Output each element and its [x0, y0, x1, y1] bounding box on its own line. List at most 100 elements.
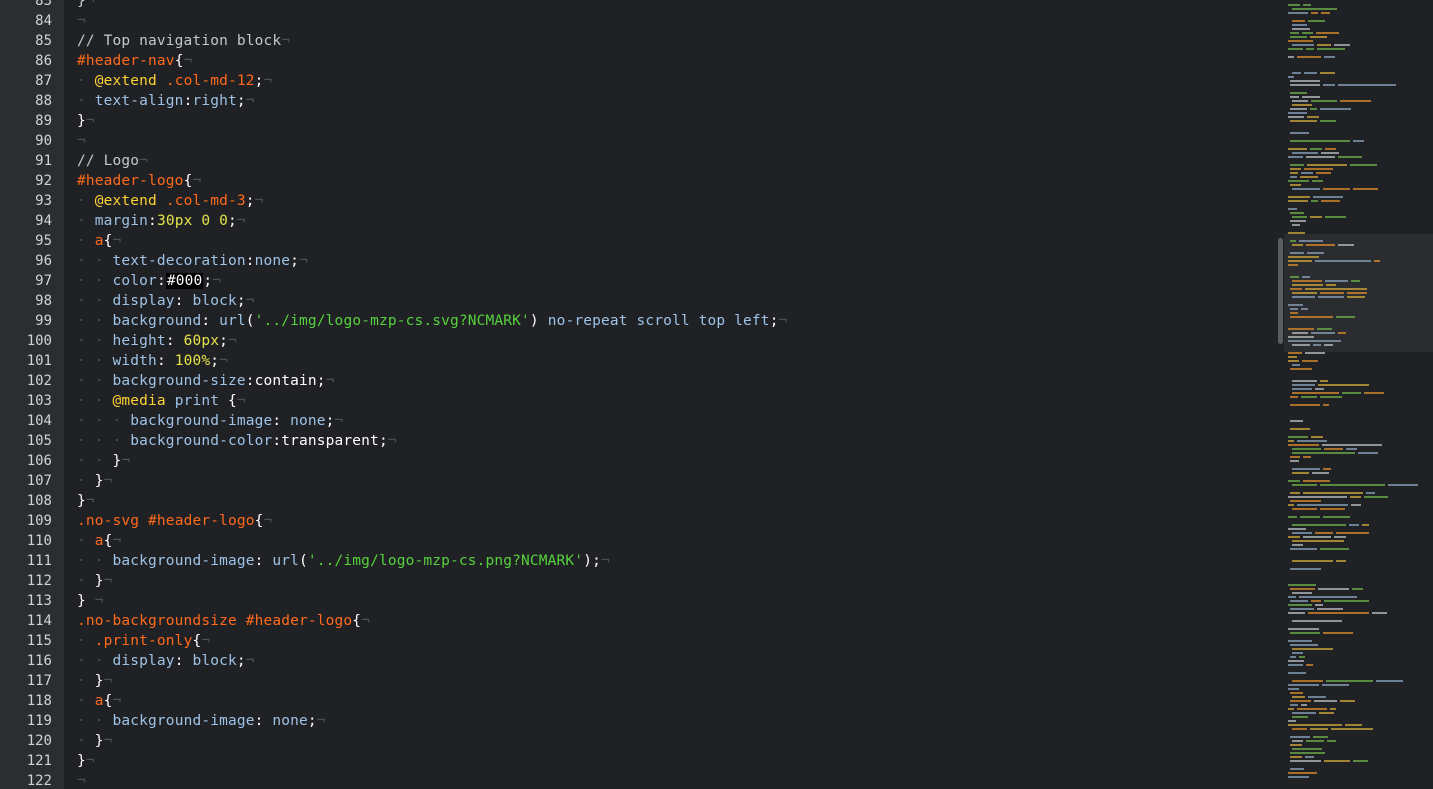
minimap[interactable] [1278, 0, 1433, 789]
code-token: background-size [112, 373, 246, 389]
code-line[interactable]: 89}¬ [0, 111, 1280, 131]
minimap-line [1323, 468, 1331, 470]
code-token: background [112, 313, 202, 329]
minimap-line [1334, 44, 1350, 46]
minimap-line [1306, 740, 1324, 742]
minimap-line [1299, 240, 1323, 242]
code-line[interactable]: 87 · @extend .col-md-12;¬ [0, 71, 1280, 91]
minimap-line [1321, 12, 1330, 14]
code-line[interactable]: 110 · a{¬ [0, 531, 1280, 551]
code-line[interactable]: 120 · }¬ [0, 731, 1280, 751]
minimap-line [1297, 708, 1327, 710]
minimap-line [1316, 172, 1331, 174]
minimap-line [1313, 344, 1321, 346]
code-line[interactable]: 106 · · }¬ [0, 451, 1280, 471]
code-line[interactable]: 84 ¬ [0, 11, 1280, 31]
code-token: ( [299, 553, 308, 569]
code-line[interactable]: 104 · · · background-image: none;¬ [0, 411, 1280, 431]
eol-marker: ¬ [192, 173, 202, 189]
minimap-line [1315, 388, 1324, 390]
minimap-line [1323, 516, 1350, 518]
code-line[interactable]: 107 · }¬ [0, 471, 1280, 491]
code-line[interactable]: 114 .no-backgroundsize #header-logo{¬ [0, 611, 1280, 631]
code-text: · margin:30px 0 0;¬ [77, 211, 246, 231]
code-token: : [245, 253, 255, 269]
minimap-line [1288, 660, 1304, 662]
code-token: } [77, 493, 86, 509]
code-line[interactable]: 98 · · display: block;¬ [0, 291, 1280, 311]
minimap-line [1292, 100, 1308, 102]
minimap-line [1288, 232, 1305, 234]
code-line[interactable]: 118 · a{¬ [0, 691, 1280, 711]
code-line[interactable]: 113} ¬ [0, 591, 1280, 611]
minimap-line [1326, 284, 1336, 286]
code-line[interactable]: 111 · · background-image: url('../img/log… [0, 551, 1280, 571]
minimap-line [1290, 692, 1303, 694]
minimap-line [1288, 724, 1342, 726]
minimap-line [1292, 8, 1337, 10]
minimap-line [1290, 32, 1299, 34]
minimap-line [1299, 596, 1357, 598]
code-line[interactable]: 115 · .print-only{¬ [0, 631, 1280, 651]
code-line[interactable]: 117 · }¬ [0, 671, 1280, 691]
minimap-line [1290, 492, 1300, 494]
code-line[interactable]: 121}¬ [0, 751, 1280, 771]
minimap-line [1290, 132, 1309, 134]
minimap-line [1321, 152, 1339, 154]
eol-marker: ¬ [121, 453, 131, 469]
code-line[interactable]: 119 · · background-image: none;¬ [0, 711, 1280, 731]
minimap-line [1320, 484, 1385, 486]
scrollbar-thumb[interactable] [1278, 238, 1283, 344]
code-token: #header-logo [77, 173, 184, 189]
minimap-line [1288, 264, 1298, 266]
code-line[interactable]: 85 // Top navigation block¬ [0, 31, 1280, 51]
minimap-line [1292, 448, 1321, 450]
minimap-line [1325, 148, 1336, 150]
minimap-line [1292, 152, 1318, 154]
indent-whitespace: · · [77, 373, 113, 389]
code-text: · .print-only{¬ [77, 631, 210, 651]
code-text: }¬ [77, 751, 95, 771]
minimap-line [1310, 36, 1327, 38]
code-token: text-align [94, 93, 184, 109]
code-line[interactable]: 83}¬ [0, 0, 1280, 11]
code-editor[interactable]: 83}¬ 84 ¬ 85// Top navigation block¬ 86 #head… [0, 0, 1433, 789]
minimap-line [1292, 28, 1310, 30]
minimap-line [1325, 216, 1346, 218]
code-line[interactable]: 90 ¬ [0, 131, 1280, 151]
code-line[interactable]: 95 · a{¬ [0, 231, 1280, 251]
code-line[interactable]: 100 · · height: 60px;¬ [0, 331, 1280, 351]
code-token: .no-backgroundsize [77, 613, 237, 629]
minimap-line [1340, 100, 1371, 102]
code-line[interactable]: 109 .no-svg #header-logo{¬ [0, 511, 1280, 531]
minimap-line [1290, 36, 1307, 38]
minimap-line [1346, 448, 1357, 450]
eol-marker: ¬ [316, 713, 326, 729]
code-line[interactable]: 93 · @extend .col-md-3;¬ [0, 191, 1280, 211]
code-line[interactable]: 103 · · @media print {¬ [0, 391, 1280, 411]
code-line[interactable]: 99 · · background: url('../img/logo-mzp-c… [0, 311, 1280, 331]
eol-marker: ¬ [212, 273, 222, 289]
code-line[interactable]: 88 · text-align:right;¬ [0, 91, 1280, 111]
code-line[interactable]: 92 #header-logo{¬ [0, 171, 1280, 191]
code-line[interactable]: 105 · · · background-color:transparent;¬ [0, 431, 1280, 451]
indent-whitespace: · [77, 633, 95, 649]
code-line[interactable]: 97 · · color:#000;¬ [0, 271, 1280, 291]
code-line[interactable]: 86 #header-nav{¬ [0, 51, 1280, 71]
minimap-line [1358, 452, 1378, 454]
code-line[interactable]: 112 · }¬ [0, 571, 1280, 591]
code-line[interactable]: 91 // Logo¬ [0, 151, 1280, 171]
code-line[interactable]: 108}¬ [0, 491, 1280, 511]
code-text: · · display: block;¬ [77, 291, 255, 311]
code-token: #header-logo [139, 513, 255, 529]
minimap-line [1292, 748, 1322, 750]
minimap-line [1292, 216, 1307, 218]
code-line[interactable]: 101 · · width: 100%;¬ [0, 351, 1280, 371]
minimap-line [1323, 188, 1350, 190]
code-line[interactable]: 122 ¬ [0, 771, 1280, 789]
code-token: @extend [94, 193, 157, 209]
code-line[interactable]: 94 · margin:30px 0 0;¬ [0, 211, 1280, 231]
code-line[interactable]: 96 · · text-decoration:none;¬ [0, 251, 1280, 271]
code-line[interactable]: 102 · · background-size:contain;¬ [0, 371, 1280, 391]
code-line[interactable]: 116 · · display: block;¬ [0, 651, 1280, 671]
